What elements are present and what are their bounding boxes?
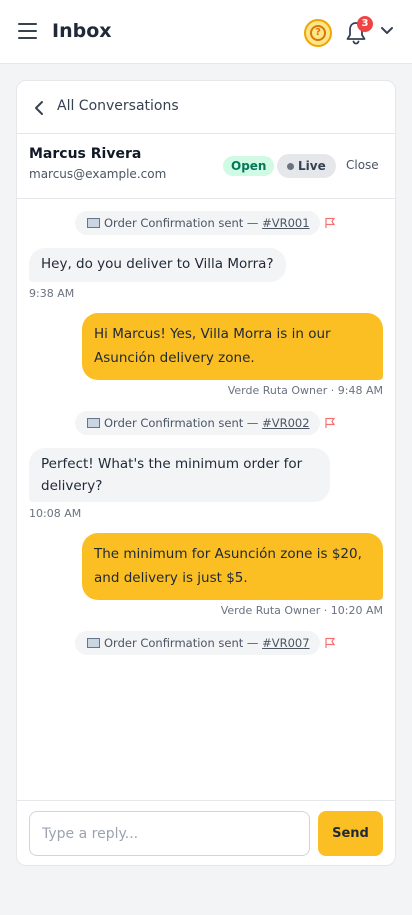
message-text: Hey, do you deliver to Villa Morra? (41, 256, 274, 272)
contact-header: Marcus Rivera marcus@example.com Open Li… (17, 134, 395, 199)
contact-name: Marcus Rivera (29, 146, 142, 162)
help-button[interactable]: ? (304, 19, 332, 47)
notification-count-badge: 3 (357, 16, 373, 32)
back-label: All Conversations (57, 98, 179, 114)
system-message: Order Confirmation sent — #VR007 (75, 631, 320, 655)
system-message-text: Order Confirmation sent — (104, 216, 263, 230)
message-timestamp: 9:38 AM (29, 287, 75, 300)
message-author-timestamp: Verde Ruta Owner · 9:48 AM (227, 384, 383, 397)
system-message-text: Order Confirmation sent — (104, 636, 263, 650)
reply-input[interactable] (29, 811, 310, 856)
outgoing-message-bubble: The minimum for Asunción zone is $20, an… (82, 533, 383, 600)
message-text-line: The minimum for Asunción zone is $20, (94, 546, 362, 562)
chevron-down-icon[interactable] (380, 26, 394, 36)
message-text-line: and delivery is just $5. (94, 570, 248, 586)
message-text-line: Asunción delivery zone. (94, 350, 255, 366)
conversation-card: All Conversations Marcus Rivera marcus@e… (16, 80, 396, 866)
live-dot-icon (287, 163, 294, 170)
live-badge: Live (277, 154, 336, 178)
top-bar: Inbox ? 3 (0, 0, 412, 64)
message-text-line: Hi Marcus! Yes, Villa Morra is in our (94, 326, 331, 342)
envelope-icon (87, 218, 100, 228)
back-to-conversations[interactable]: All Conversations (17, 81, 395, 134)
hamburger-menu-icon[interactable] (18, 23, 37, 39)
outgoing-message-bubble: Hi Marcus! Yes, Villa Morra is in our As… (82, 313, 383, 380)
status-badge: Open (223, 156, 275, 176)
envelope-icon (87, 638, 100, 648)
chevron-left-icon (35, 101, 43, 115)
system-message: Order Confirmation sent — #VR001 (75, 211, 320, 235)
contact-email: marcus@example.com (29, 167, 167, 181)
system-message-text: Order Confirmation sent — (104, 416, 263, 430)
order-link[interactable]: #VR002 (262, 416, 309, 430)
close-conversation-button[interactable]: Close (346, 158, 379, 172)
send-button[interactable]: Send (318, 811, 383, 856)
page-title: Inbox (52, 20, 112, 42)
message-timestamp: 10:08 AM (29, 507, 82, 520)
flag-icon[interactable] (324, 637, 336, 649)
envelope-icon (87, 418, 100, 428)
system-message: Order Confirmation sent — #VR002 (75, 411, 320, 435)
live-badge-label: Live (298, 159, 326, 173)
reply-composer: Send (17, 800, 395, 865)
message-thread: Order Confirmation sent — #VR001 Hey, do… (17, 199, 395, 800)
message-text-line: Perfect! What's the minimum order for (41, 456, 303, 472)
question-circle-icon: ? (310, 25, 326, 41)
flag-icon[interactable] (324, 217, 336, 229)
incoming-message-bubble: Hey, do you deliver to Villa Morra? (29, 248, 286, 282)
flag-icon[interactable] (324, 417, 336, 429)
message-author-timestamp: Verde Ruta Owner · 10:20 AM (220, 604, 383, 617)
order-link[interactable]: #VR007 (262, 636, 309, 650)
incoming-message-bubble: Perfect! What's the minimum order for de… (29, 448, 330, 502)
order-link[interactable]: #VR001 (262, 216, 309, 230)
message-text-line: delivery? (41, 478, 103, 494)
